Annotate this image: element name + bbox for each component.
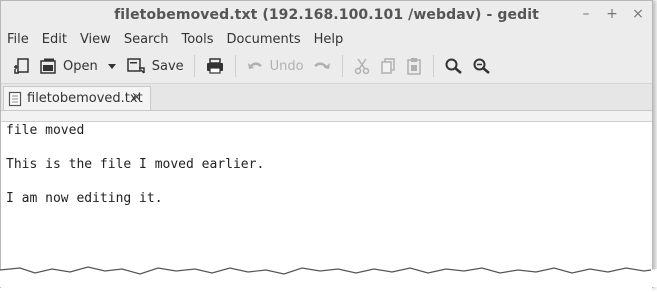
toolbar-separator [193, 55, 195, 77]
close-tab-button[interactable]: × [131, 90, 142, 105]
toolbar-separator [234, 55, 236, 77]
open-button[interactable]: Open [35, 52, 102, 80]
search-icon [445, 58, 462, 74]
copy-icon [380, 58, 395, 74]
tab-label: filetobemoved.txt [27, 91, 143, 106]
search-replace-icon [473, 58, 490, 74]
toolbar: Open Save Undo [1, 49, 652, 84]
paste-button[interactable] [401, 52, 427, 80]
undo-button[interactable]: Undo [242, 52, 308, 80]
document-tab-bar: filetobemoved.txt × [1, 84, 652, 111]
save-icon [126, 58, 145, 74]
editor-line: This is the file I moved earlier. [6, 157, 265, 172]
tab-filetobemoved[interactable]: filetobemoved.txt × [3, 86, 151, 110]
close-window-button[interactable]: × [632, 6, 644, 22]
redo-button[interactable] [308, 52, 336, 80]
clipboard-icon [406, 58, 421, 75]
new-document-icon [14, 58, 29, 74]
toolbar-separator [341, 55, 343, 77]
open-label: Open [63, 58, 98, 74]
cut-button[interactable] [349, 52, 375, 80]
save-button[interactable]: Save [122, 52, 188, 80]
undo-icon [247, 62, 262, 69]
redo-icon [313, 62, 330, 69]
undo-label: Undo [269, 58, 304, 74]
menu-help[interactable]: Help [314, 32, 344, 47]
open-icon [40, 58, 56, 74]
print-button[interactable] [201, 52, 229, 80]
chevron-down-icon [107, 64, 116, 69]
window-controls: – + × [580, 6, 644, 22]
find-replace-button[interactable] [468, 52, 496, 80]
menu-bar: File Edit View Search Tools Documents He… [1, 29, 652, 49]
menu-tools[interactable]: Tools [181, 32, 213, 47]
menu-view[interactable]: View [80, 32, 111, 47]
new-document-button[interactable] [9, 52, 35, 80]
find-button[interactable] [440, 52, 468, 80]
toolbar-separator [432, 55, 434, 77]
window-title: filetobemoved.txt (192.168.100.101 /webd… [114, 7, 539, 23]
torn-edge-decoration [0, 266, 657, 287]
scissors-icon [354, 58, 369, 75]
copy-button[interactable] [375, 52, 401, 80]
maximize-button[interactable]: + [606, 6, 618, 22]
printer-icon [206, 58, 223, 74]
document-icon [8, 91, 22, 106]
title-bar[interactable]: filetobemoved.txt (192.168.100.101 /webd… [1, 1, 652, 29]
editor-line: file moved [6, 123, 85, 138]
minimize-button[interactable]: – [580, 6, 592, 22]
menu-file[interactable]: File [7, 32, 29, 47]
save-label: Save [151, 58, 184, 74]
open-recent-dropdown[interactable] [102, 52, 122, 80]
menu-documents[interactable]: Documents [227, 32, 301, 47]
editor-line: I am now editing it. [6, 191, 163, 206]
menu-search[interactable]: Search [124, 32, 169, 47]
gedit-window: filetobemoved.txt (192.168.100.101 /webd… [0, 0, 653, 292]
menu-edit[interactable]: Edit [42, 32, 67, 47]
